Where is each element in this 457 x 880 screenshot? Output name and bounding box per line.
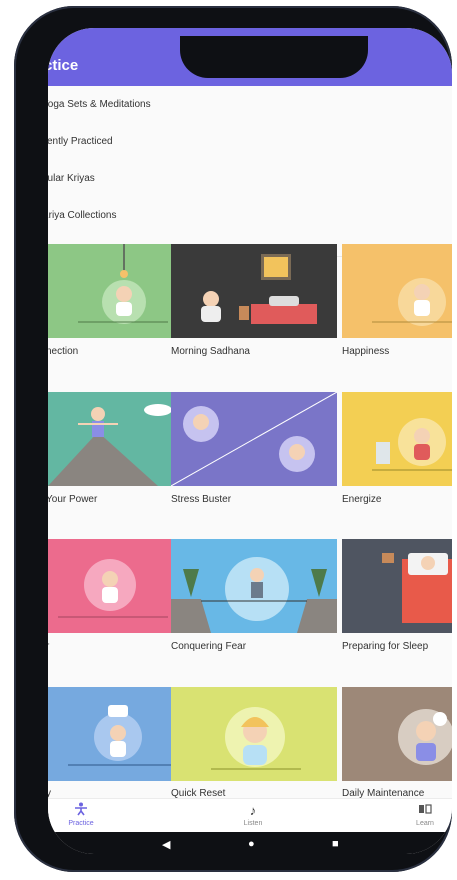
stress-buster-illustration [171,392,337,486]
kriya-card[interactable] [342,687,452,781]
card-label: r [48,641,49,652]
daily-maintenance-illustration [342,687,452,781]
card-label: Preparing for Sleep [342,641,429,652]
home-icon[interactable]: ● [248,838,255,850]
person-pose-icon [56,802,106,820]
card-label: Morning Sadhana [171,346,250,357]
card-label: nection [48,346,79,357]
card-label: Stress Buster [171,494,232,505]
kriya-card[interactable] [171,392,337,486]
nav-learn[interactable]: Learn [400,799,450,833]
app-screen: ctice Yoga Sets & Meditations cently Pra… [48,28,452,854]
recents-icon[interactable]: ■ [332,838,339,850]
kriya-grid: nection Morning Sadhana Happiness Your P… [48,28,452,799]
card-label: Happiness [342,346,390,357]
bottom-navigation: Practice ♪ Listen Learn [48,798,452,833]
energize-illustration [342,392,452,486]
quick-reset-illustration [171,687,337,781]
nav-listen[interactable]: ♪ Listen [228,799,278,833]
kriya-card[interactable] [171,539,337,633]
system-navigation-bar: ◀ ● ■ [48,832,452,854]
card-label: Energize [342,494,382,505]
happiness-illustration [342,244,452,338]
card-label: Conquering Fear [171,641,247,652]
camera-notch [180,36,368,78]
back-icon[interactable]: ◀ [162,838,170,851]
music-note-icon: ♪ [249,803,257,818]
kriya-card[interactable] [171,244,337,338]
book-icon [400,802,450,820]
morning-sadhana-illustration [171,244,337,338]
kriya-card[interactable] [342,539,452,633]
conquering-fear-illustration [171,539,337,633]
kriya-card[interactable] [171,687,337,781]
kriya-card[interactable] [342,392,452,486]
kriya-card[interactable] [342,244,452,338]
nav-practice[interactable]: Practice [56,799,106,833]
phone-frame: ctice Yoga Sets & Meditations cently Pra… [14,6,452,872]
card-label: Your Power [48,494,98,505]
preparing-for-sleep-illustration [342,539,452,633]
